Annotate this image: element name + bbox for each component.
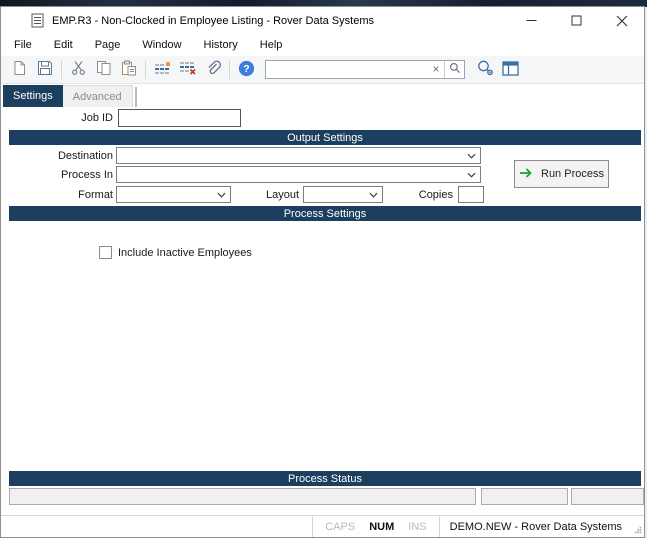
- run-process-button[interactable]: Run Process: [514, 160, 609, 188]
- copies-label: Copies: [418, 189, 453, 201]
- insert-mode-indicator: INS: [408, 520, 427, 533]
- toolbar-separator: [61, 60, 62, 79]
- record-preview-button[interactable]: [473, 58, 498, 82]
- panel-layout-icon: [502, 60, 519, 79]
- num-lock-indicator: NUM: [369, 520, 395, 533]
- panel-layout-button[interactable]: [498, 58, 523, 82]
- process-status-title: Process Status: [288, 472, 362, 485]
- chevron-down-icon: [463, 153, 480, 159]
- new-document-icon: [12, 60, 27, 79]
- process-status-header: Process Status: [9, 471, 641, 486]
- window-title: EMP.R3 - Non-Clocked in Employee Listing…: [52, 14, 374, 27]
- copy-button[interactable]: [91, 58, 116, 82]
- layout-label: Layout: [265, 189, 299, 201]
- tab-strip: Settings Advanced: [3, 85, 137, 107]
- save-icon: [37, 60, 53, 79]
- run-process-label: Run Process: [541, 168, 604, 180]
- clear-search-icon[interactable]: ×: [428, 62, 444, 77]
- copies-input[interactable]: [458, 186, 484, 203]
- toolbar-separator: [229, 60, 230, 79]
- minimize-button[interactable]: [509, 7, 554, 34]
- job-id-input[interactable]: [118, 109, 241, 127]
- attachment-button[interactable]: [200, 58, 225, 82]
- record-preview-icon: [476, 60, 495, 79]
- tab-strip-divider: [134, 87, 137, 107]
- close-button[interactable]: [599, 7, 644, 34]
- process-status-message-field: [9, 488, 476, 505]
- job-id-label: Job ID: [81, 112, 113, 124]
- session-context: DEMO.NEW - Rover Data Systems: [449, 520, 622, 533]
- search-input[interactable]: [266, 62, 428, 77]
- title-bar: EMP.R3 - Non-Clocked in Employee Listing…: [1, 7, 644, 34]
- process-status-time-field: [571, 488, 644, 505]
- search-box: ×: [265, 60, 465, 79]
- include-inactive-row: Include Inactive Employees: [99, 246, 252, 259]
- destination-select[interactable]: [116, 147, 481, 164]
- process-in-select[interactable]: [116, 166, 481, 183]
- output-settings-header: Output Settings: [9, 130, 641, 145]
- toolbar-separator: [145, 60, 146, 79]
- caps-lock-indicator: CAPS: [325, 520, 356, 533]
- menu-history[interactable]: History: [193, 36, 249, 54]
- process-in-label: Process In: [61, 169, 113, 181]
- search-icon: [449, 62, 461, 77]
- save-button[interactable]: [32, 58, 57, 82]
- cut-button[interactable]: [66, 58, 91, 82]
- run-arrow-icon: [519, 167, 534, 182]
- paste-button[interactable]: [116, 58, 141, 82]
- chevron-down-icon: [463, 172, 480, 178]
- maximize-button[interactable]: [554, 7, 599, 34]
- destination-label: Destination: [57, 150, 113, 162]
- process-settings-header: Process Settings: [9, 206, 641, 221]
- help-button[interactable]: ?: [234, 58, 259, 82]
- delete-record-icon: [179, 60, 197, 79]
- cut-icon: [71, 60, 86, 79]
- attachment-icon: [205, 60, 221, 79]
- menu-window[interactable]: Window: [131, 36, 192, 54]
- format-label: Format: [78, 189, 113, 201]
- new-document-button[interactable]: [7, 58, 32, 82]
- menu-page[interactable]: Page: [84, 36, 132, 54]
- menu-bar: File Edit Page Window History Help: [1, 34, 644, 56]
- output-settings-title: Output Settings: [287, 131, 363, 144]
- menu-file[interactable]: File: [3, 36, 43, 54]
- menu-help[interactable]: Help: [249, 36, 294, 54]
- tab-advanced[interactable]: Advanced: [62, 85, 133, 107]
- menu-edit[interactable]: Edit: [43, 36, 84, 54]
- app-window: EMP.R3 - Non-Clocked in Employee Listing…: [0, 6, 645, 538]
- include-inactive-checkbox[interactable]: [99, 246, 112, 259]
- process-settings-title: Process Settings: [283, 207, 367, 220]
- paste-icon: [121, 60, 137, 79]
- include-inactive-label: Include Inactive Employees: [118, 246, 252, 259]
- tab-settings[interactable]: Settings: [3, 85, 63, 107]
- status-bar: CAPS NUM INS DEMO.NEW - Rover Data Syste…: [1, 515, 644, 537]
- insert-record-button[interactable]: [150, 58, 175, 82]
- resize-grip[interactable]: [632, 516, 644, 537]
- keyboard-indicators: CAPS NUM INS: [313, 516, 438, 537]
- help-icon: ?: [238, 60, 255, 80]
- copy-icon: [96, 60, 112, 79]
- delete-record-button[interactable]: [175, 58, 200, 82]
- app-document-icon: [31, 13, 44, 28]
- insert-record-icon: [154, 60, 172, 79]
- svg-text:?: ?: [243, 63, 249, 75]
- search-button[interactable]: [444, 61, 464, 78]
- toolbar: ? ×: [1, 56, 644, 84]
- process-status-count-field: [481, 488, 568, 505]
